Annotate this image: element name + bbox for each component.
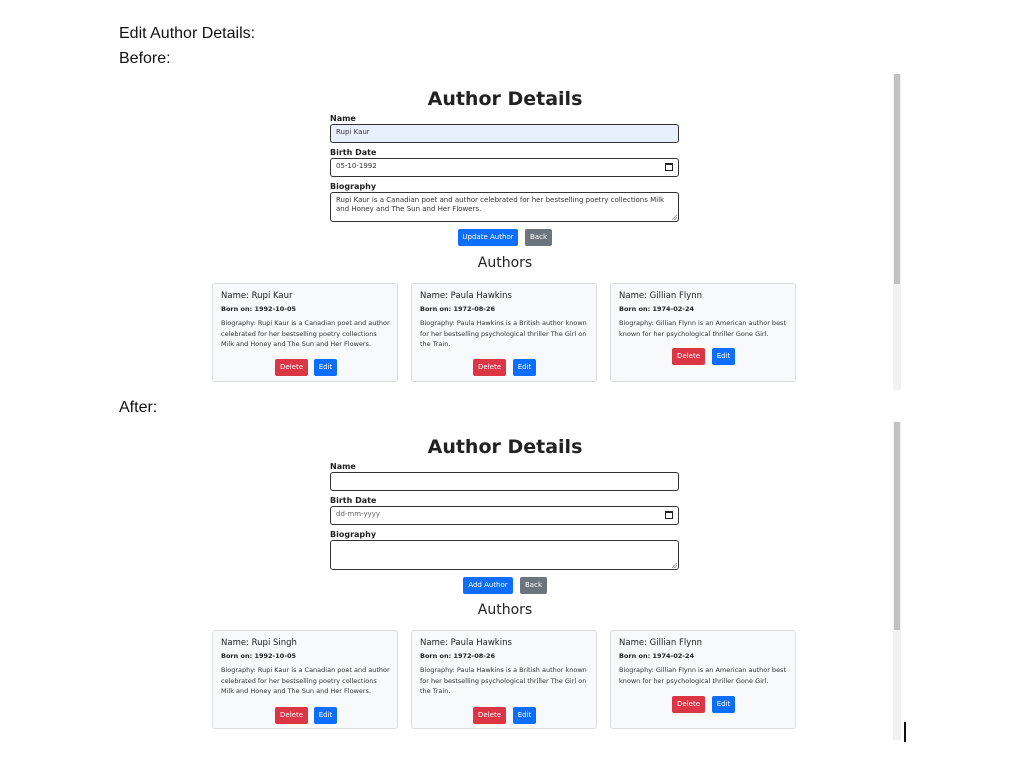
back-button[interactable]: Back <box>520 577 547 594</box>
biography-value: Rupi Kaur is a Canadian poet and author … <box>336 196 665 213</box>
resize-handle-icon[interactable] <box>672 563 677 568</box>
edit-button[interactable]: Edit <box>712 696 735 713</box>
author-bio: Biography: Gillian Flynn is an American … <box>619 319 786 338</box>
author-card: Name: Gillian Flynn Born on: 1974-02-24 … <box>610 630 796 729</box>
author-name: Name: Gillian Flynn <box>619 291 703 301</box>
edit-button[interactable]: Edit <box>513 707 536 724</box>
calendar-icon[interactable] <box>665 511 673 519</box>
author-born: Born on: 1972-08-26 <box>420 652 496 660</box>
birth-date-label: Birth Date <box>330 496 377 505</box>
calendar-icon[interactable] <box>665 163 673 171</box>
biography-textarea[interactable]: Rupi Kaur is a Canadian poet and author … <box>330 192 679 222</box>
author-name: Name: Paula Hawkins <box>420 291 512 301</box>
scrollbar-thumb[interactable] <box>894 74 900 284</box>
edit-button[interactable]: Edit <box>513 359 536 376</box>
edit-button[interactable]: Edit <box>712 348 735 365</box>
author-born: Born on: 1972-08-26 <box>420 305 496 313</box>
before-screenshot: Author Details Name Rupi Kaur Birth Date… <box>195 74 901 390</box>
author-bio: Biography: Paula Hawkins is a British au… <box>420 319 587 348</box>
authors-heading: Authors <box>477 602 533 618</box>
authors-heading: Authors <box>477 255 533 271</box>
biography-textarea[interactable] <box>330 540 679 570</box>
delete-button[interactable]: Delete <box>275 359 308 376</box>
name-input[interactable] <box>330 472 679 491</box>
scrollbar[interactable] <box>893 74 901 390</box>
author-bio: Biography: Rupi Kaur is a Canadian poet … <box>221 666 390 695</box>
biography-label: Biography <box>330 182 377 191</box>
author-name: Name: Paula Hawkins <box>420 638 512 648</box>
author-name: Name: Rupi Kaur <box>221 291 293 301</box>
page-title: Author Details <box>427 436 583 458</box>
name-input[interactable]: Rupi Kaur <box>330 124 679 143</box>
delete-button[interactable]: Delete <box>473 359 506 376</box>
author-card: Name: Gillian Flynn Born on: 1974-02-24 … <box>610 283 796 382</box>
birth-date-input[interactable]: dd-mm-yyyy <box>330 506 679 525</box>
author-born: Born on: 1974-02-24 <box>619 305 695 313</box>
delete-button[interactable]: Delete <box>473 707 506 724</box>
author-card: Name: Rupi Kaur Born on: 1992-10-05 Biog… <box>212 283 398 382</box>
add-author-button[interactable]: Add Author <box>463 577 513 594</box>
delete-button[interactable]: Delete <box>672 696 705 713</box>
back-button[interactable]: Back <box>525 229 552 246</box>
author-bio: Biography: Rupi Kaur is a Canadian poet … <box>221 319 390 348</box>
edit-button[interactable]: Edit <box>314 707 337 724</box>
update-author-button[interactable]: Update Author <box>458 229 518 246</box>
birth-date-label: Birth Date <box>330 148 377 157</box>
birth-date-value: 05-10-1992 <box>336 162 377 170</box>
author-name: Name: Rupi Singh <box>221 638 297 648</box>
author-card: Name: Rupi Singh Born on: 1992-10-05 Bio… <box>212 630 398 729</box>
caption-before: Before: <box>119 50 171 67</box>
author-name: Name: Gillian Flynn <box>619 638 703 648</box>
name-label: Name <box>330 114 356 123</box>
caption-title: Edit Author Details: <box>119 25 256 42</box>
birth-date-placeholder: dd-mm-yyyy <box>336 510 381 518</box>
scrollbar[interactable] <box>893 422 901 740</box>
resize-handle-icon[interactable] <box>672 215 677 220</box>
author-bio: Biography: Paula Hawkins is a British au… <box>420 666 587 695</box>
delete-button[interactable]: Delete <box>275 707 308 724</box>
name-label: Name <box>330 462 356 471</box>
page-title: Author Details <box>427 88 583 110</box>
author-card: Name: Paula Hawkins Born on: 1972-08-26 … <box>411 283 597 382</box>
biography-label: Biography <box>330 530 377 539</box>
text-cursor-icon <box>904 722 906 742</box>
after-screenshot: Author Details Name Birth Date dd-mm-yyy… <box>195 422 901 740</box>
author-born: Born on: 1974-02-24 <box>619 652 695 660</box>
edit-button[interactable]: Edit <box>314 359 337 376</box>
author-born: Born on: 1992-10-05 <box>221 652 297 660</box>
author-born: Born on: 1992-10-05 <box>221 305 297 313</box>
author-bio: Biography: Gillian Flynn is an American … <box>619 666 786 685</box>
scrollbar-thumb[interactable] <box>894 422 900 630</box>
caption-after: After: <box>119 399 158 416</box>
birth-date-input[interactable]: 05-10-1992 <box>330 158 679 177</box>
author-card: Name: Paula Hawkins Born on: 1972-08-26 … <box>411 630 597 729</box>
delete-button[interactable]: Delete <box>672 348 705 365</box>
